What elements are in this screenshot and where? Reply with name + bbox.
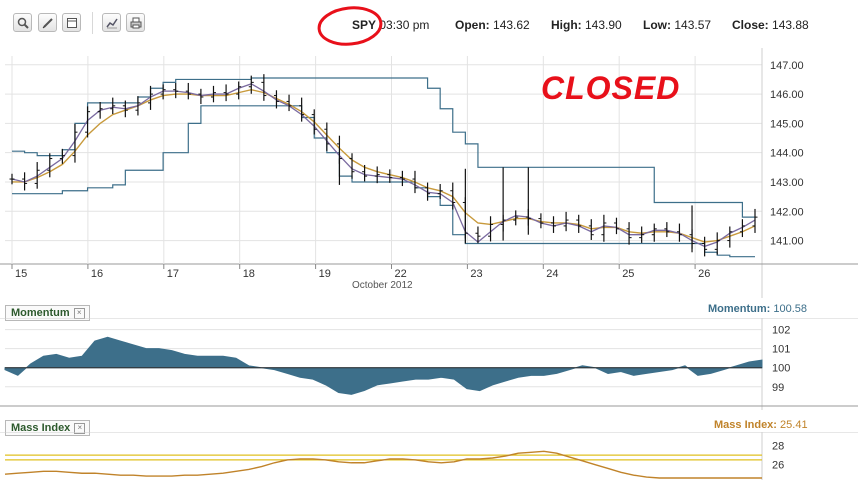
chart-type-button[interactable] [102, 13, 121, 32]
y-tick-label: 100 [772, 363, 790, 375]
draw-button[interactable] [38, 13, 57, 32]
close-label: Close: [732, 18, 769, 32]
x-tick-label: 25 [622, 268, 634, 280]
mass-index-readout: Mass Index: 25.41 [714, 419, 808, 431]
quote-time: 03:30 pm [379, 18, 430, 32]
momentum-chart: 102 101 100 99 [0, 318, 858, 410]
panel-button[interactable] [62, 13, 81, 32]
quote-close: Close: 143.88 [732, 18, 809, 32]
x-tick-label: 17 [167, 268, 179, 280]
close-value: 143.88 [772, 18, 809, 32]
momentum-area [4, 336, 763, 395]
price-background [0, 48, 858, 344]
symbol: SPY [352, 18, 377, 32]
momentum-readout: Momentum: 100.58 [708, 303, 807, 315]
y-tick-label: 147.00 [770, 60, 804, 72]
month-label: October 2012 [352, 280, 413, 291]
x-tick-label: 18 [243, 268, 255, 280]
pencil-icon [42, 18, 53, 29]
y-tick-label: 144.00 [770, 148, 804, 160]
high-label: High: [551, 18, 582, 32]
toolbar-separator [92, 12, 93, 34]
mass-index-readout-label: Mass Index: [714, 419, 777, 431]
quote-symbol-time: SPY 03:30 pm [352, 18, 429, 32]
open-label: Open: [455, 18, 490, 32]
window-icon [67, 18, 77, 28]
y-tick-label: 146.00 [770, 89, 804, 101]
line-chart-icon [106, 18, 118, 29]
y-tick-label: 143.00 [770, 177, 804, 189]
print-button[interactable] [126, 13, 145, 32]
y-tick-label: 28 [772, 441, 784, 453]
momentum-readout-value: 100.58 [773, 303, 808, 315]
chart-toolbar: SPY 03:30 pm Open: 143.62 High: 143.90 L… [0, 0, 858, 48]
zoom-button[interactable] [13, 13, 32, 32]
magnifier-icon [17, 17, 29, 29]
y-tick-label: 101 [772, 344, 790, 356]
quote-low: Low: 143.57 [643, 18, 711, 32]
y-tick-label: 142.00 [770, 206, 804, 218]
x-tick-label: 22 [395, 268, 407, 280]
y-tick-label: 99 [772, 382, 784, 394]
printer-icon [130, 17, 142, 29]
x-tick-label: 23 [470, 268, 482, 280]
momentum-readout-label: Momentum: [708, 303, 771, 315]
low-label: Low: [643, 18, 671, 32]
x-tick-label: 24 [546, 268, 558, 280]
high-value: 143.90 [585, 18, 622, 32]
open-value: 143.62 [493, 18, 530, 32]
quote-high: High: 143.90 [551, 18, 622, 32]
y-tick-label: 145.00 [770, 118, 804, 130]
quote-open: Open: 143.62 [455, 18, 530, 32]
price-chart: 141.00 142.00 143.00 144.00 145.00 146.00 147.… [0, 48, 858, 344]
y-tick-label: 26 [772, 460, 784, 472]
y-tick-label: 102 [772, 325, 790, 337]
low-value: 143.57 [674, 18, 712, 32]
y-tick-label: 141.00 [770, 236, 804, 248]
x-tick-label: 16 [91, 268, 103, 280]
x-tick-label: 19 [319, 268, 331, 280]
mass-index-chart: 28 26 [0, 432, 858, 480]
x-tick-label: 26 [698, 268, 710, 280]
x-tick-label: 15 [15, 268, 27, 280]
mass-index-readout-value: 25.41 [780, 419, 808, 431]
